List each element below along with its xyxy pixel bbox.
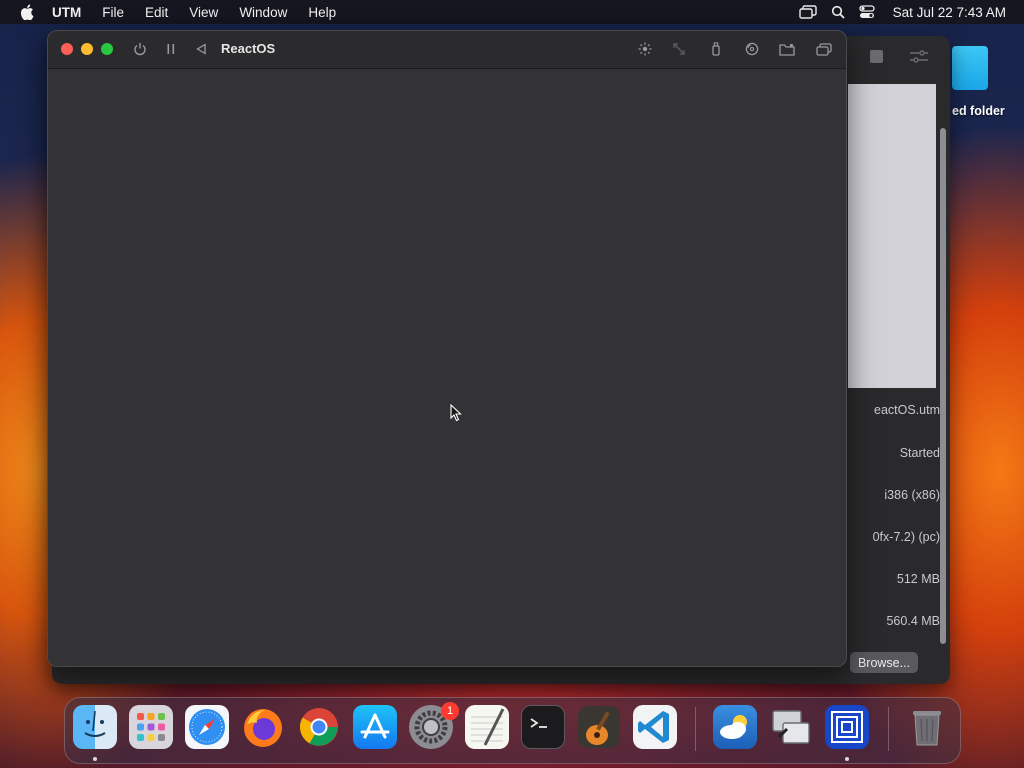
detail-memory: 512 MB [896,572,940,586]
menu-app-name[interactable]: UTM [52,5,81,20]
app-store-icon[interactable] [353,705,397,749]
vscode-icon[interactable] [633,705,677,749]
terminal-icon[interactable] [521,705,565,749]
apple-logo-icon[interactable] [20,4,34,20]
pause-icon[interactable] [163,41,179,57]
browse-button[interactable]: Browse... [850,652,918,673]
cd-dvd-icon[interactable] [744,41,760,57]
menu-edit[interactable]: Edit [145,5,168,20]
usb-drive-icon[interactable] [708,41,724,57]
zoom-button[interactable] [101,43,113,55]
notification-badge: 1 [441,702,459,720]
menu-help[interactable]: Help [308,5,336,20]
stop-icon[interactable] [870,50,883,63]
resize-icon[interactable] [671,41,687,57]
safari-icon[interactable] [185,705,229,749]
control-center-icon[interactable] [859,5,875,19]
vm-display[interactable] [48,69,846,666]
chrome-icon[interactable] [297,705,341,749]
garageband-icon[interactable] [577,705,621,749]
detail-machine: 0fx-7.2) (pc) [872,530,940,544]
migration-assistant-icon[interactable] [769,705,813,749]
running-indicator [845,757,849,761]
textedit-icon[interactable] [465,705,509,749]
weather-icon[interactable] [713,705,757,749]
finder-icon[interactable] [73,705,117,749]
utm-bottom-strip [302,666,846,684]
utm-icon[interactable] [825,705,869,749]
close-button[interactable] [61,43,73,55]
settings-sliders-icon[interactable] [910,50,928,64]
vm-title-bar[interactable]: ReactOS [48,31,846,69]
trash-icon[interactable] [905,705,949,749]
dock-separator [695,707,696,751]
detail-size: 560.4 MB [886,614,940,628]
windows-icon[interactable] [816,41,832,57]
running-indicator [93,757,97,761]
mouse-cursor-icon [450,404,462,422]
spotlight-search-icon[interactable] [831,5,845,19]
detail-architecture: i386 (x86) [884,488,940,502]
screen-mirroring-icon[interactable] [798,5,817,19]
menu-file[interactable]: File [102,5,124,20]
menu-bar-clock[interactable]: Sat Jul 22 7:43 AM [893,5,1006,20]
vm-window-title: ReactOS [221,41,276,56]
detail-status: Started [899,446,940,460]
vm-window: ReactOS [47,30,847,667]
power-icon[interactable] [132,41,148,57]
scrollbar[interactable] [940,128,946,644]
detail-file: eactOS.utm [874,403,940,417]
menu-window[interactable]: Window [239,5,287,20]
menu-bar: UTM File Edit View Window Help Sat Jul 2… [0,0,1024,24]
menu-view[interactable]: View [189,5,218,20]
desktop-folder-icon[interactable] [952,46,988,90]
vm-screenshot-preview [848,84,936,388]
desktop-folder-label[interactable]: ed folder [952,104,1005,118]
firefox-icon[interactable] [241,705,285,749]
minimize-button[interactable] [81,43,93,55]
launchpad-icon[interactable] [129,705,173,749]
shared-folder-icon[interactable] [779,41,795,57]
dock-separator [888,707,889,751]
restart-icon[interactable] [193,41,209,57]
display-brightness-icon[interactable] [637,41,653,57]
